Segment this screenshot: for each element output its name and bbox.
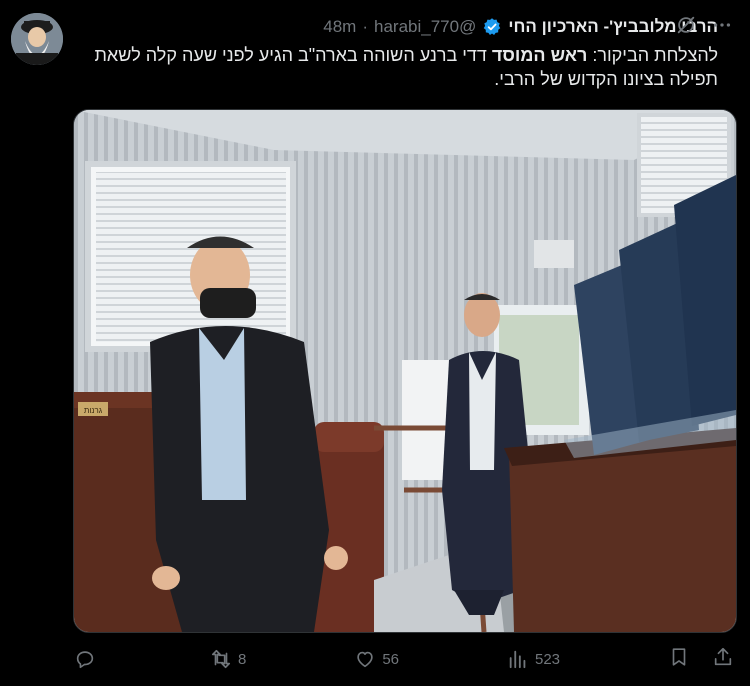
retweet-count: 8 bbox=[237, 650, 247, 668]
views-count: 523 bbox=[534, 650, 561, 668]
reply-button[interactable] bbox=[74, 648, 102, 670]
more-icon[interactable] bbox=[711, 14, 733, 41]
tweet-text-bold: ראש המוסד bbox=[491, 45, 588, 65]
action-bar: 8 56 523 bbox=[74, 644, 734, 674]
separator-dot: · bbox=[362, 17, 369, 36]
bookmark-icon[interactable] bbox=[668, 646, 690, 672]
like-count: 56 bbox=[382, 650, 399, 668]
tweet-photo[interactable]: גרנות bbox=[73, 109, 737, 633]
tweet-header: הרבי מלובביץ'- הארכיון החי @harabi_770 ·… bbox=[80, 14, 718, 40]
retweet-button[interactable]: 8 bbox=[210, 648, 246, 670]
timestamp[interactable]: 48m bbox=[323, 17, 356, 37]
tweet-text: להצלחת הביקור: ראש המוסד דדי ברנע השוהה … bbox=[78, 43, 719, 91]
action-group-right bbox=[668, 646, 734, 672]
verified-badge-icon bbox=[482, 17, 502, 37]
retweet-icon bbox=[210, 648, 232, 670]
grok-icon[interactable] bbox=[675, 14, 697, 41]
share-icon[interactable] bbox=[712, 646, 734, 672]
like-button[interactable]: 56 bbox=[354, 648, 399, 670]
handle[interactable]: @harabi_770 bbox=[374, 17, 476, 37]
counter-sign: גרנות bbox=[84, 406, 103, 415]
photo-scene: גרנות bbox=[74, 110, 736, 632]
like-icon bbox=[354, 648, 376, 670]
reply-icon bbox=[74, 648, 96, 670]
views-button[interactable]: 523 bbox=[507, 648, 560, 670]
avatar-image bbox=[11, 13, 63, 65]
views-icon bbox=[507, 648, 529, 670]
top-icons bbox=[675, 14, 733, 41]
avatar[interactable] bbox=[11, 13, 63, 65]
tweet-text-prefix: להצלחת הביקור: bbox=[587, 45, 718, 65]
